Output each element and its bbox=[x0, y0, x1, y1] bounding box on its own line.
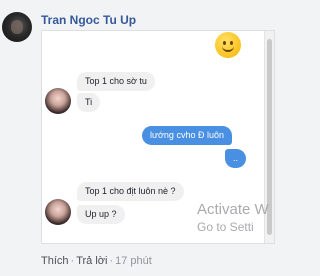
chat-bubble-outgoing: lướng cvho Đ luôn bbox=[142, 126, 232, 145]
comment-actions: Thích · Trả lời · 17 phút bbox=[41, 255, 152, 267]
reply-link[interactable]: Trả lời bbox=[76, 255, 107, 267]
like-link[interactable]: Thích bbox=[41, 255, 69, 267]
comment: Tran Ngoc Tu Up Top 1 cho sờ tu Ti lướng… bbox=[0, 0, 292, 276]
comment-timestamp[interactable]: 17 phút bbox=[115, 255, 152, 267]
commenter-avatar[interactable] bbox=[2, 12, 32, 42]
watermark-line-2: Go to Setti bbox=[197, 220, 254, 234]
avatar-face bbox=[11, 20, 23, 34]
windows-activation-watermark: Activate W Go to Setti bbox=[197, 201, 269, 235]
chat-bubble-incoming: Up up ? bbox=[77, 205, 125, 224]
comment-image-attachment[interactable]: Top 1 cho sờ tu Ti lướng cvho Đ luôn .. … bbox=[41, 30, 275, 244]
emoji-eye-left bbox=[223, 41, 226, 45]
chat-partner-avatar bbox=[45, 88, 71, 114]
watermark-line-1: Activate W bbox=[197, 201, 269, 218]
chat-bubble-incoming: Top 1 cho địt luôn nè ? bbox=[77, 182, 184, 201]
emoji-eye-right bbox=[230, 41, 233, 45]
chat-bubble-incoming: Top 1 cho sờ tu bbox=[77, 72, 155, 91]
chat-partner-avatar bbox=[45, 199, 71, 225]
smiley-emoji-icon bbox=[215, 32, 241, 58]
action-separator: · bbox=[109, 255, 114, 267]
comment-author-link[interactable]: Tran Ngoc Tu Up bbox=[41, 13, 136, 27]
emoji-mouth bbox=[222, 46, 234, 52]
chat-bubble-outgoing: .. bbox=[225, 149, 247, 168]
chat-bubble-incoming: Ti bbox=[77, 93, 101, 112]
